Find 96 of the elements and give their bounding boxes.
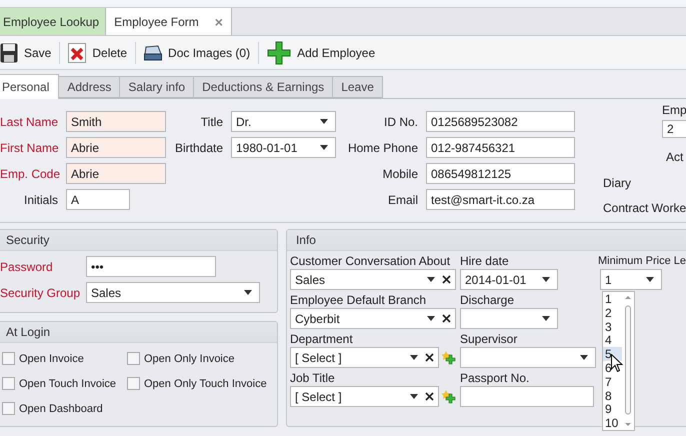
dropdown-field[interactable]: [ Select ]	[290, 347, 439, 368]
checkbox-option[interactable]: Open Only Touch Invoice	[127, 374, 277, 393]
dropdown-arrow-icon	[542, 277, 550, 282]
panel-title: At Login	[0, 322, 277, 343]
input-field[interactable]: Smith	[66, 111, 166, 132]
plus-icon[interactable]	[440, 389, 456, 404]
field-label: Employee Default Branch	[290, 292, 428, 308]
clear-icon[interactable]	[424, 353, 434, 362]
scan-button[interactable]: Doc Images (0)	[139, 38, 256, 68]
field-label: Minimum Price Le	[598, 254, 686, 269]
form-tab[interactable]: Address	[59, 76, 120, 98]
field-label: Emp	[661, 103, 686, 117]
dropdown-arrow-icon	[426, 316, 435, 321]
clear-icon[interactable]	[424, 392, 434, 401]
dropdown-field[interactable]: 1980-01-01	[231, 137, 336, 158]
dropdown-arrow-icon	[646, 277, 654, 282]
input-field[interactable]: 012-987456321	[426, 137, 575, 158]
panel-title: Info	[286, 230, 686, 251]
dropdown-field[interactable]	[460, 308, 558, 329]
list-option[interactable]: 3	[602, 320, 622, 334]
mouse-cursor-icon	[610, 354, 623, 373]
field-label: Title	[200, 114, 223, 128]
dropdown-field[interactable]: Dr.	[231, 111, 336, 132]
dropdown-arrow-icon	[542, 316, 550, 321]
plus-icon	[267, 40, 292, 64]
save-button[interactable]: Save	[0, 38, 56, 68]
dropdown-arrow-icon	[426, 277, 435, 282]
scanner-icon	[144, 44, 162, 60]
list-option[interactable]: 1	[602, 292, 622, 306]
dropdown-field[interactable]	[460, 347, 596, 368]
checkbox-option[interactable]: Open Dashboard	[2, 399, 127, 418]
dropdown-arrow-icon	[410, 394, 418, 399]
dropdown-field[interactable]: 2014-01-01	[460, 269, 558, 290]
field-label: Home Phone	[346, 140, 418, 154]
form-tab[interactable]: Deductions & Earnings	[194, 76, 334, 98]
list-option[interactable]: 2	[602, 306, 622, 320]
list-option[interactable]: 10	[602, 416, 622, 430]
dropdown-arrow-icon	[320, 119, 328, 124]
plus-icon[interactable]	[440, 350, 456, 365]
field-label: Mobile	[382, 166, 418, 180]
field-label: Act	[665, 150, 684, 164]
list-option[interactable]: 8	[602, 388, 622, 402]
delete-button[interactable]: Delete	[63, 38, 132, 68]
dropdown-arrow-icon	[580, 355, 588, 360]
field-label: Last Name	[0, 114, 58, 128]
clear-icon[interactable]	[442, 314, 451, 323]
dropdown-arrow-icon	[320, 145, 328, 150]
input-field[interactable]: 086549812125	[426, 163, 575, 184]
checkbox-option[interactable]: Open Touch Invoice	[2, 374, 127, 393]
input-field[interactable]	[460, 386, 594, 407]
field-label: Diary	[602, 176, 632, 190]
input-field[interactable]: •••	[86, 256, 216, 277]
dropdown-field[interactable]: [ Select ]	[290, 386, 439, 407]
input-field[interactable]: 0125689523082	[426, 111, 575, 132]
dropdown-field[interactable]: Sales	[290, 269, 456, 290]
field-label: Security Group	[0, 286, 82, 300]
field-label: Supervisor	[460, 331, 518, 347]
input-field[interactable]: 2	[662, 120, 686, 138]
field-label: First Name	[0, 140, 58, 154]
document-tab[interactable]: Employee Lookup	[0, 8, 106, 35]
list-option[interactable]: 4	[602, 333, 622, 348]
field-label: Password	[0, 260, 54, 274]
dropdown-arrow-icon	[244, 290, 252, 295]
input-field[interactable]: A	[66, 189, 130, 210]
input-field[interactable]: Abrie	[66, 163, 166, 184]
field-label: Hire date	[460, 253, 510, 269]
dropdown-field[interactable]: Cyberbit	[290, 308, 456, 329]
form-tab[interactable]: Salary info	[120, 76, 194, 98]
field-label: Initials	[22, 192, 58, 206]
checkbox-option[interactable]: Open Invoice	[2, 349, 127, 368]
close-icon[interactable]: ×	[214, 14, 223, 30]
add-button[interactable]: Add Employee	[262, 38, 380, 68]
field-label: Customer Conversation About	[290, 253, 452, 269]
delete-icon	[68, 42, 86, 62]
panel-title: Security	[0, 230, 277, 251]
field-label: Birthdate	[174, 140, 223, 154]
form-tab[interactable]: Personal	[0, 74, 60, 99]
field-label: ID No.	[382, 114, 418, 128]
field-label: Contract Worke	[602, 201, 686, 215]
dropdown-field[interactable]: Sales	[86, 282, 260, 303]
dropdown-arrow-icon	[410, 355, 418, 360]
input-field[interactable]: Abrie	[66, 137, 166, 158]
document-tab[interactable]: Employee Form ×	[106, 8, 232, 35]
field-label: Email	[386, 192, 418, 206]
form-tab[interactable]: Leave	[333, 76, 383, 98]
dropdown-field[interactable]: 1	[600, 269, 662, 290]
field-label: Passport No.	[460, 370, 530, 386]
field-label: Discharge	[460, 292, 515, 308]
list-option[interactable]: 9	[602, 402, 622, 416]
field-label: Emp. Code	[0, 166, 58, 180]
list-option[interactable]: 7	[602, 374, 622, 389]
input-field[interactable]: test@smart-it.co.za	[426, 189, 575, 210]
checkbox-option[interactable]: Open Only Invoice	[127, 349, 277, 368]
field-label: Job Title	[290, 370, 336, 386]
clear-icon[interactable]	[442, 275, 451, 284]
field-label: Department	[290, 331, 354, 347]
